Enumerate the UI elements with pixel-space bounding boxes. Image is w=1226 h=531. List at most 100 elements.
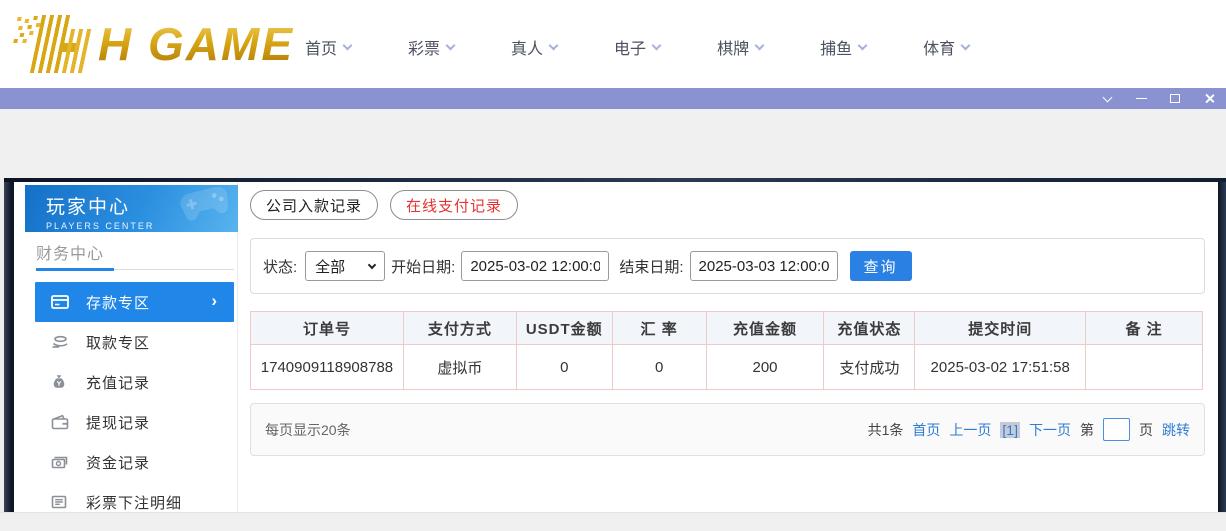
sidebar-item[interactable]: 存款专区 › — [35, 282, 234, 322]
sidebar: 玩家中心 PLAYERS CENTER 财务中心 存款专区 › 取款专区充值记录提现… — [14, 182, 238, 512]
filter-bar: 状态: 全部 开始日期: 结束日期: 查询 — [250, 238, 1205, 294]
pager: 共1条 首页 上一页 [1] 下一页 第 页 跳转 — [868, 418, 1190, 441]
sidebar-menu: 存款专区 › 取款专区充值记录提现记录资金记录彩票下注明细 — [14, 282, 238, 512]
nav-item[interactable]: 体育 — [923, 35, 971, 59]
chevron-down-icon — [342, 40, 353, 50]
brand-logo[interactable]: H GAME — [10, 12, 294, 76]
nav-item-label: 彩票 — [408, 41, 441, 58]
status-label: 状态: — [263, 258, 298, 276]
column-header: 汇 率 — [611, 311, 707, 345]
table-cell: 2025-03-02 17:51:58 — [914, 344, 1087, 390]
page-size-text: 每页显示20条 — [265, 421, 351, 438]
start-date-label: 开始日期: — [391, 258, 456, 276]
status-select[interactable]: 全部 — [305, 251, 386, 281]
page-jump-input[interactable] — [1103, 418, 1130, 441]
sidebar-item-label: 存款专区 — [86, 294, 151, 312]
site-header: H GAME 首页 彩票 真人 电子 棋牌 捕鱼 体育 — [0, 0, 1226, 88]
maximize-icon[interactable] — [1166, 90, 1184, 108]
column-header: 备 注 — [1085, 311, 1203, 345]
withdraw-hand-icon — [51, 334, 69, 350]
nav-item[interactable]: 真人 — [511, 35, 559, 59]
table-cell: 200 — [705, 344, 825, 390]
sidebar-item-label: 充值记录 — [86, 374, 151, 392]
jump-prefix-label: 第 — [1080, 421, 1094, 438]
start-date-input[interactable] — [461, 251, 610, 281]
end-date-input[interactable] — [689, 251, 838, 281]
main-panel: 玩家中心 PLAYERS CENTER 财务中心 存款专区 › 取款专区充值记录提现… — [14, 182, 1218, 512]
sidebar-item-label: 取款专区 — [86, 334, 151, 352]
nav-item-label: 捕鱼 — [820, 41, 853, 58]
content-area: 公司入款记录 在线支付记录 状态: 全部 开始日期: 结束日期: 查询 订单号支… — [240, 182, 1218, 512]
query-button[interactable]: 查询 — [849, 251, 912, 281]
chevron-down-icon — [367, 260, 377, 269]
bet-list-icon — [51, 494, 69, 510]
records-table-head: 订单号 支付方式 USDT金额汇 率充值金额 充值状态 提交时间备 注 — [250, 311, 1203, 345]
chevron-down-icon — [651, 40, 662, 50]
total-count: 共1条 — [867, 421, 904, 438]
background-band — [0, 109, 1226, 178]
wallet-icon — [51, 414, 69, 430]
nav-item[interactable]: 电子 — [614, 35, 662, 59]
chevron-right-icon: › — [211, 290, 218, 310]
nav-item[interactable]: 捕鱼 — [820, 35, 868, 59]
nav-item[interactable]: 彩票 — [408, 35, 456, 59]
sidebar-item[interactable]: 彩票下注明细 — [14, 482, 238, 512]
sidebar-item[interactable]: 资金记录 — [14, 442, 238, 482]
sidebar-item-label: 提现记录 — [86, 414, 151, 432]
prev-page-link[interactable]: 上一页 — [949, 420, 991, 440]
first-page-link[interactable]: 首页 — [912, 420, 940, 440]
end-date-label: 结束日期: — [619, 258, 684, 276]
main-nav: 首页 彩票 真人 电子 棋牌 捕鱼 体育 — [305, 30, 971, 64]
chevron-down-icon — [445, 40, 456, 50]
pagination-bar: 每页显示20条 共1条 首页 上一页 [1] 下一页 第 页 跳转 — [250, 403, 1205, 456]
window-titlebar — [0, 88, 1226, 109]
sidebar-item[interactable]: 取款专区 — [14, 322, 238, 362]
column-header: USDT金额 — [515, 311, 613, 345]
tab-online-payment-records[interactable]: 在线支付记录 — [390, 190, 519, 220]
next-page-link[interactable]: 下一页 — [1029, 420, 1071, 440]
status-select-value: 全部 — [315, 258, 346, 276]
table-cell: 1740909118908788 — [250, 344, 404, 390]
nav-item-label: 体育 — [923, 41, 956, 58]
panel-frame-left — [4, 182, 14, 512]
sidebar-item-label: 彩票下注明细 — [86, 494, 183, 512]
column-header: 充值金额 — [705, 311, 825, 345]
chevron-down-icon — [857, 40, 868, 50]
jump-button[interactable]: 跳转 — [1162, 420, 1190, 440]
chevron-down-icon[interactable] — [1098, 90, 1116, 108]
logo-stripes-icon — [4, 15, 100, 73]
close-icon[interactable] — [1200, 90, 1218, 108]
header-row: 订单号 支付方式 USDT金额汇 率充值金额 充值状态 提交时间备 注 — [250, 311, 1203, 345]
logo-text: H GAME — [98, 18, 294, 70]
table-cell: 支付成功 — [823, 344, 916, 390]
table-cell: 0 — [515, 344, 613, 390]
column-header: 提交时间 — [914, 311, 1087, 345]
chevron-down-icon — [548, 40, 559, 50]
sidebar-item[interactable]: 提现记录 — [14, 402, 238, 442]
sidebar-item-label: 资金记录 — [86, 454, 151, 472]
nav-item-label: 棋牌 — [717, 41, 750, 58]
nav-item[interactable]: 首页 — [305, 35, 353, 59]
nav-item[interactable]: 棋牌 — [717, 35, 765, 59]
section-divider-accent — [36, 268, 114, 271]
nav-item-label: 电子 — [614, 41, 647, 58]
sidebar-header: 玩家中心 PLAYERS CENTER — [25, 185, 238, 232]
records-table: 订单号 支付方式 USDT金额汇 率充值金额 充值状态 提交时间备 注 17409091… — [250, 311, 1203, 390]
deposit-card-icon — [51, 294, 69, 310]
sidebar-subtitle: PLAYERS CENTER — [46, 221, 155, 231]
minimize-icon[interactable] — [1132, 90, 1150, 108]
window-controls — [1098, 88, 1218, 109]
table-cell: 0 — [611, 344, 707, 390]
table-cell: 虚拟币 — [402, 344, 517, 390]
sidebar-section-label: 财务中心 — [36, 246, 105, 263]
sidebar-item[interactable]: 充值记录 — [14, 362, 238, 402]
bottom-band — [0, 512, 1226, 531]
panel-frame-right — [1218, 182, 1226, 512]
column-header: 支付方式 — [402, 311, 517, 345]
table-cell — [1085, 344, 1203, 390]
current-page-indicator[interactable]: [1] — [1000, 421, 1020, 438]
records-table-body: 1740909118908788 虚拟币 0 0 200 支付成功 2025-03-02 1… — [250, 344, 1203, 390]
table-row: 1740909118908788 虚拟币 0 0 200 支付成功 2025-03-02 1… — [250, 344, 1203, 390]
tab-company-deposit-records[interactable]: 公司入款记录 — [250, 190, 379, 220]
chevron-down-icon — [960, 40, 971, 50]
